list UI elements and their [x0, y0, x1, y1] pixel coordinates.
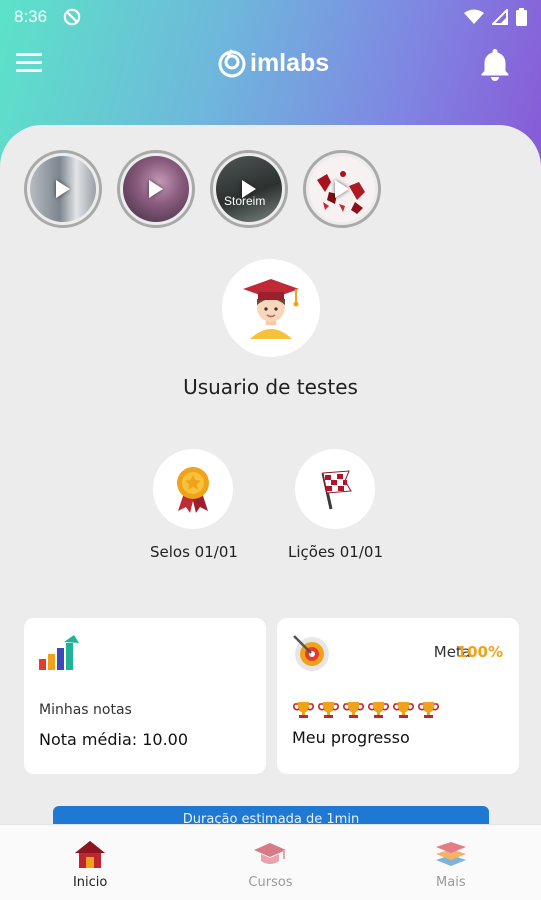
layers-icon	[435, 842, 466, 866]
nav-more[interactable]: Mais	[361, 825, 541, 900]
notifications-button[interactable]	[480, 47, 510, 81]
grades-label: Minhas notas	[39, 702, 132, 718]
battery-icon	[516, 7, 527, 26]
play-icon	[149, 180, 163, 198]
average-grade: Nota média: 10.00	[39, 730, 189, 749]
trophy-icon	[318, 702, 339, 718]
nav-courses-label: Cursos	[248, 875, 293, 890]
story-caption: Storeim	[224, 194, 266, 208]
bar-chart-icon	[39, 635, 79, 670]
brand-logo: imlabs	[216, 47, 329, 79]
story-item[interactable]: Storeim	[210, 150, 288, 228]
menu-icon	[16, 53, 42, 56]
cellular-signal-icon	[492, 8, 508, 25]
progress-label: Meu progresso	[292, 728, 410, 747]
play-icon	[56, 180, 70, 198]
wifi-icon	[464, 9, 484, 24]
goal-value: 100%	[456, 643, 503, 661]
bottom-navigation: Inicio Cursos Mais	[0, 824, 541, 900]
play-icon	[335, 180, 349, 198]
bell-icon	[481, 49, 509, 81]
nav-home[interactable]: Inicio	[0, 825, 180, 900]
progress-card[interactable]: Meta 100% Meu progresso	[277, 618, 519, 774]
brand-name: imlabs	[250, 48, 330, 77]
app-bar: imlabs	[0, 33, 541, 95]
story-item[interactable]	[303, 150, 381, 228]
trophy-icon	[393, 702, 414, 718]
imlabs-logo-icon	[218, 49, 246, 78]
trophy-icon	[368, 702, 389, 718]
lessons-label: Lições 01/01	[288, 543, 383, 561]
seals-label: Selos 01/01	[150, 543, 238, 561]
stories-row: Storeim	[24, 150, 381, 228]
seals-badge[interactable]	[153, 449, 233, 529]
trophy-row	[293, 700, 439, 720]
status-time: 8:36	[14, 6, 48, 26]
avatar	[222, 259, 320, 357]
nav-courses[interactable]: Cursos	[180, 825, 360, 900]
nav-home-label: Inicio	[72, 875, 108, 890]
story-thumbnail: Storeim	[216, 156, 282, 222]
target-icon	[293, 635, 329, 671]
grades-card[interactable]: Minhas notas Nota média: 10.00	[24, 618, 266, 774]
lessons-badge[interactable]	[295, 449, 375, 529]
trophy-icon	[293, 702, 314, 718]
menu-button[interactable]	[16, 53, 42, 75]
story-thumbnail	[123, 156, 189, 222]
do-not-disturb-icon	[63, 8, 81, 25]
story-thumbnail	[30, 156, 96, 222]
status-bar: 8:36	[0, 0, 541, 33]
status-indicators	[464, 7, 527, 26]
home-icon	[75, 841, 106, 868]
user-name: Usuario de testes	[183, 375, 358, 399]
medal-icon	[177, 467, 209, 513]
graduation-cap-icon	[254, 843, 287, 864]
trophy-icon	[418, 702, 439, 718]
nav-more-label: Mais	[436, 875, 466, 890]
checkered-flag-icon	[321, 470, 352, 510]
graduate-avatar-icon	[243, 279, 299, 339]
story-item[interactable]	[24, 150, 102, 228]
story-item[interactable]	[117, 150, 195, 228]
story-thumbnail	[309, 156, 375, 222]
trophy-icon	[343, 702, 364, 718]
